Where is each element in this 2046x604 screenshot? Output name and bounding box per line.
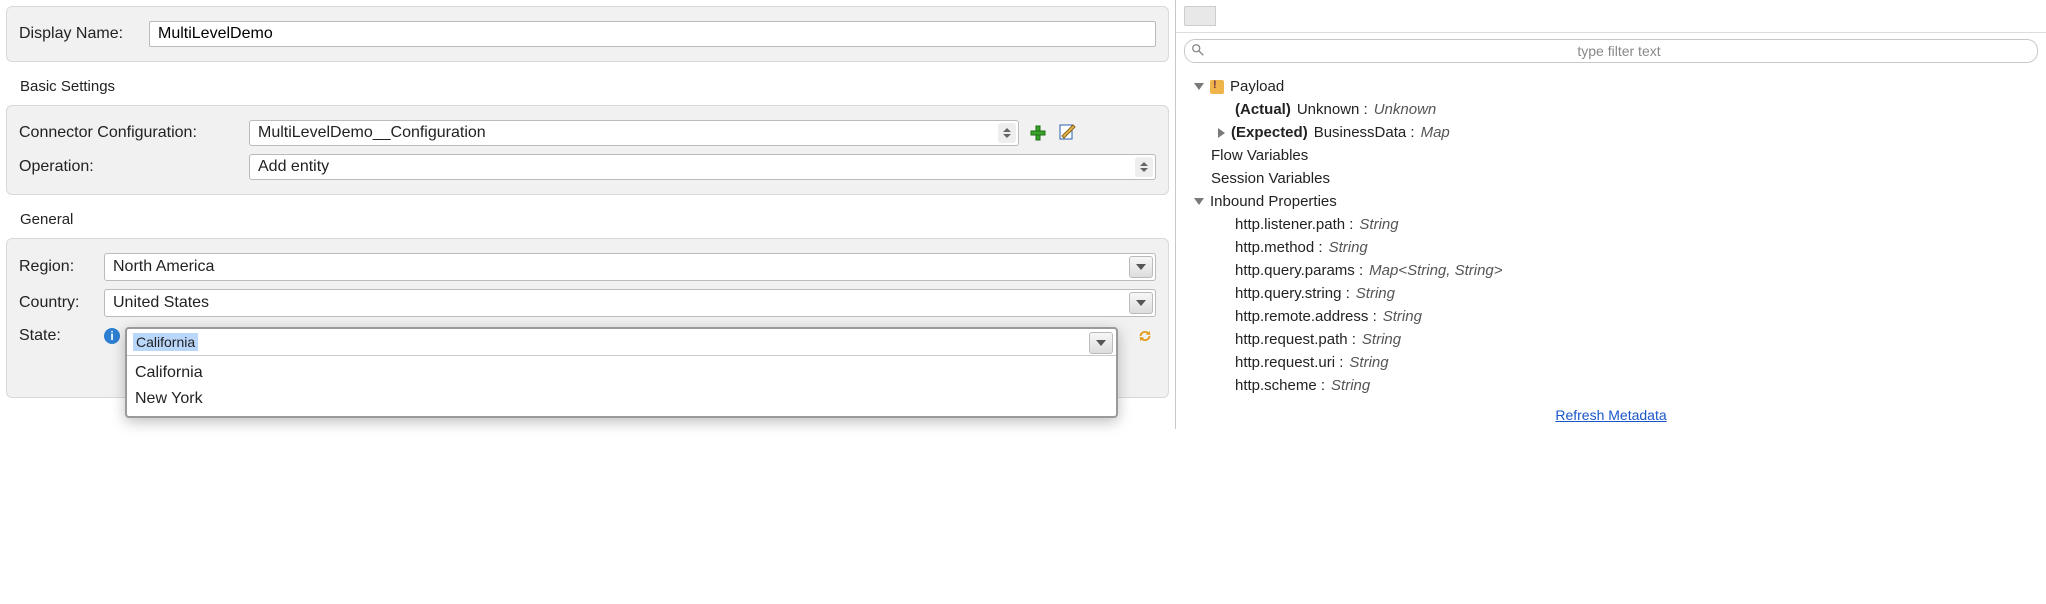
region-value: North America	[113, 258, 214, 276]
actual-type: Unknown	[1374, 101, 1437, 118]
tree-node-inbound[interactable]: Inbound Properties	[1194, 190, 2038, 213]
stepper-icon	[998, 123, 1016, 143]
tree-node-property[interactable]: http.query.string : String	[1194, 282, 2038, 305]
edit-icon[interactable]	[1057, 122, 1079, 144]
chevron-down-icon	[1194, 83, 1204, 90]
flow-vars-label: Flow Variables	[1211, 147, 1308, 164]
chevron-right-icon	[1218, 128, 1225, 138]
expected-type: Map	[1421, 124, 1450, 141]
connector-config-select[interactable]: MultiLevelDemo__Configuration	[249, 120, 1019, 146]
property-name: http.method :	[1235, 239, 1323, 256]
tree-node-property[interactable]: http.request.path : String	[1194, 328, 2038, 351]
tree-node-property[interactable]: http.request.uri : String	[1194, 351, 2038, 374]
display-name-group: Display Name:	[6, 6, 1169, 62]
toolbar-stub	[1184, 6, 1216, 26]
tree-node-expected[interactable]: (Expected) BusinessData : Map	[1194, 121, 2038, 144]
tree-node-property[interactable]: http.scheme : String	[1194, 374, 2038, 397]
package-icon	[1210, 80, 1224, 94]
property-name: http.query.string :	[1235, 285, 1350, 302]
state-value: California	[133, 333, 198, 351]
general-group: Region: North America Country: United St…	[6, 238, 1169, 398]
chevron-down-icon	[1129, 256, 1153, 278]
property-type: String	[1383, 308, 1422, 325]
inbound-label: Inbound Properties	[1210, 193, 1337, 210]
property-name: http.query.params :	[1235, 262, 1363, 279]
stepper-icon	[1135, 157, 1153, 177]
connector-config-label: Connector Configuration:	[19, 124, 249, 142]
property-name: http.request.path :	[1235, 331, 1356, 348]
refresh-icon[interactable]	[1134, 325, 1156, 347]
chevron-down-icon	[1194, 198, 1204, 205]
property-name: http.listener.path :	[1235, 216, 1353, 233]
property-type: String	[1359, 216, 1398, 233]
expected-name: BusinessData :	[1314, 124, 1415, 141]
region-combo[interactable]: North America	[104, 253, 1156, 281]
state-label: State:	[19, 327, 104, 345]
actual-label: (Actual)	[1235, 101, 1291, 118]
display-name-input[interactable]	[149, 21, 1156, 47]
tree-node-payload[interactable]: Payload	[1194, 75, 2038, 98]
chevron-down-icon	[1089, 332, 1113, 354]
tree-node-actual[interactable]: (Actual) Unknown : Unknown	[1194, 98, 2038, 121]
property-type: String	[1349, 354, 1388, 371]
general-title: General	[20, 211, 1155, 228]
config-panel: Display Name: Basic Settings Connector C…	[0, 0, 1175, 429]
payload-label: Payload	[1230, 78, 1284, 95]
property-type: String	[1329, 239, 1368, 256]
property-type: String	[1356, 285, 1395, 302]
session-vars-label: Session Variables	[1211, 170, 1330, 187]
connector-config-value: MultiLevelDemo__Configuration	[258, 124, 486, 142]
property-type: Map<String, String>	[1369, 262, 1502, 279]
chevron-down-icon	[1129, 292, 1153, 314]
display-name-label: Display Name:	[19, 25, 149, 43]
state-option[interactable]: California	[127, 360, 1116, 386]
operation-select[interactable]: Add entity	[249, 154, 1156, 180]
info-icon: i	[104, 328, 120, 344]
state-options-list: California New York	[127, 356, 1116, 416]
actual-name: Unknown :	[1297, 101, 1368, 118]
tree-node-property[interactable]: http.remote.address : String	[1194, 305, 2038, 328]
operation-value: Add entity	[258, 158, 329, 176]
add-icon[interactable]	[1027, 122, 1049, 144]
basic-settings-group: Connector Configuration: MultiLevelDemo_…	[6, 105, 1169, 195]
tree-node-flow-vars[interactable]: Flow Variables	[1194, 144, 2038, 167]
metadata-tree: Payload (Actual) Unknown : Unknown (Expe…	[1176, 69, 2046, 401]
country-label: Country:	[19, 294, 104, 312]
property-name: http.request.uri :	[1235, 354, 1343, 371]
tree-node-property[interactable]: http.method : String	[1194, 236, 2038, 259]
filter-input[interactable]: type filter text	[1184, 39, 2038, 63]
basic-settings-title: Basic Settings	[20, 78, 1155, 95]
tree-node-property[interactable]: http.listener.path : String	[1194, 213, 2038, 236]
operation-label: Operation:	[19, 158, 249, 176]
expected-label: (Expected)	[1231, 124, 1308, 141]
region-label: Region:	[19, 258, 104, 276]
filter-placeholder: type filter text	[1577, 43, 1660, 59]
country-value: United States	[113, 294, 209, 312]
tree-node-session-vars[interactable]: Session Variables	[1194, 167, 2038, 190]
metadata-panel: type filter text Payload (Actual) Unknow…	[1175, 0, 2046, 429]
state-combo[interactable]: California California New York	[125, 327, 1118, 418]
country-combo[interactable]: United States	[104, 289, 1156, 317]
property-type: String	[1331, 377, 1370, 394]
property-type: String	[1362, 331, 1401, 348]
property-name: http.remote.address :	[1235, 308, 1377, 325]
property-name: http.scheme :	[1235, 377, 1325, 394]
tree-node-property[interactable]: http.query.params : Map<String, String>	[1194, 259, 2038, 282]
state-option[interactable]: New York	[127, 386, 1116, 412]
refresh-metadata-link[interactable]: Refresh Metadata	[1555, 407, 1666, 423]
